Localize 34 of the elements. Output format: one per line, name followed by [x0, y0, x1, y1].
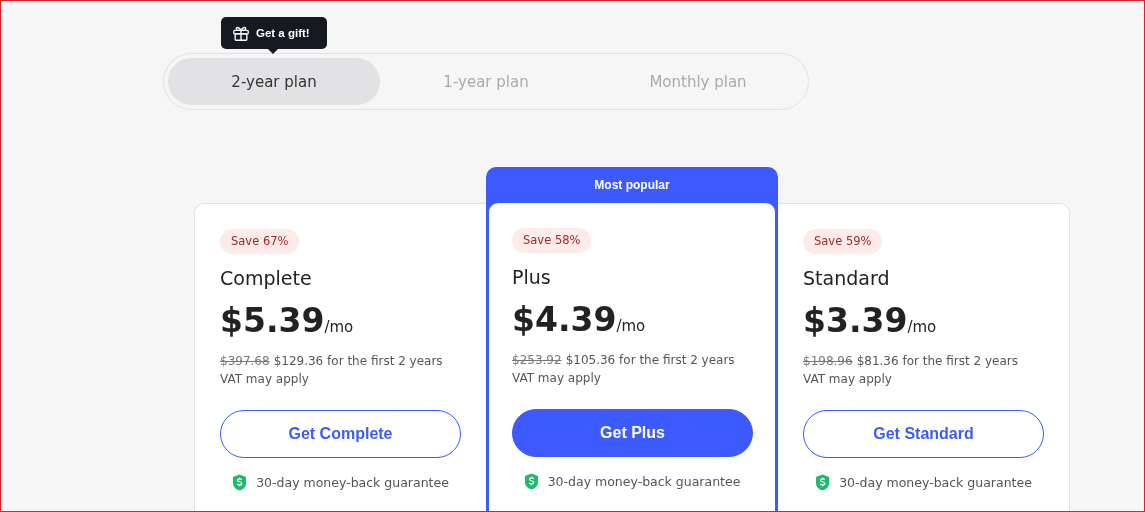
total-price: $129.36 for the first 2 years [273, 354, 443, 368]
price-unit: /mo [616, 317, 646, 335]
price-unit: /mo [907, 318, 937, 336]
discount-tag: Save 58% [512, 228, 592, 253]
discount-tag: Save 67% [220, 229, 300, 254]
plan-price: $3.39 [803, 301, 908, 340]
original-price: $198.96 [803, 354, 853, 368]
tooltip-text: Get a gift! [256, 27, 310, 39]
plan-price: $5.39 [220, 301, 325, 340]
get-plan-button[interactable]: Get Complete [220, 410, 461, 458]
shield-dollar-icon [523, 473, 539, 490]
plan-name: Plus [512, 266, 551, 288]
billing-tab[interactable]: 2-year plan [168, 58, 380, 105]
get-plan-button[interactable]: Get Plus [512, 409, 753, 457]
total-price: $105.36 for the first 2 years [565, 353, 735, 367]
plan-name: Standard [803, 267, 890, 289]
vat-note: VAT may apply [803, 372, 892, 386]
discount-tag: Save 59% [803, 229, 883, 254]
vat-note: VAT may apply [220, 372, 309, 386]
gift-icon [232, 24, 250, 42]
original-price: $253.92 [512, 353, 562, 367]
plan-price: $4.39 [512, 300, 617, 339]
guarantee-text: 30-day money-back guarantee [547, 474, 741, 489]
original-price: $397.68 [220, 354, 270, 368]
get-plan-button[interactable]: Get Standard [803, 410, 1044, 458]
guarantee-text: 30-day money-back guarantee [839, 475, 1032, 490]
shield-dollar-icon [815, 474, 831, 491]
shield-dollar-icon [232, 474, 248, 491]
total-price: $81.36 for the first 2 years [856, 354, 1018, 368]
vat-note: VAT may apply [512, 371, 601, 385]
price-unit: /mo [324, 318, 354, 336]
guarantee-text: 30-day money-back guarantee [256, 475, 449, 490]
plan-name: Complete [220, 267, 312, 289]
popular-header: Most popular [593, 177, 671, 194]
